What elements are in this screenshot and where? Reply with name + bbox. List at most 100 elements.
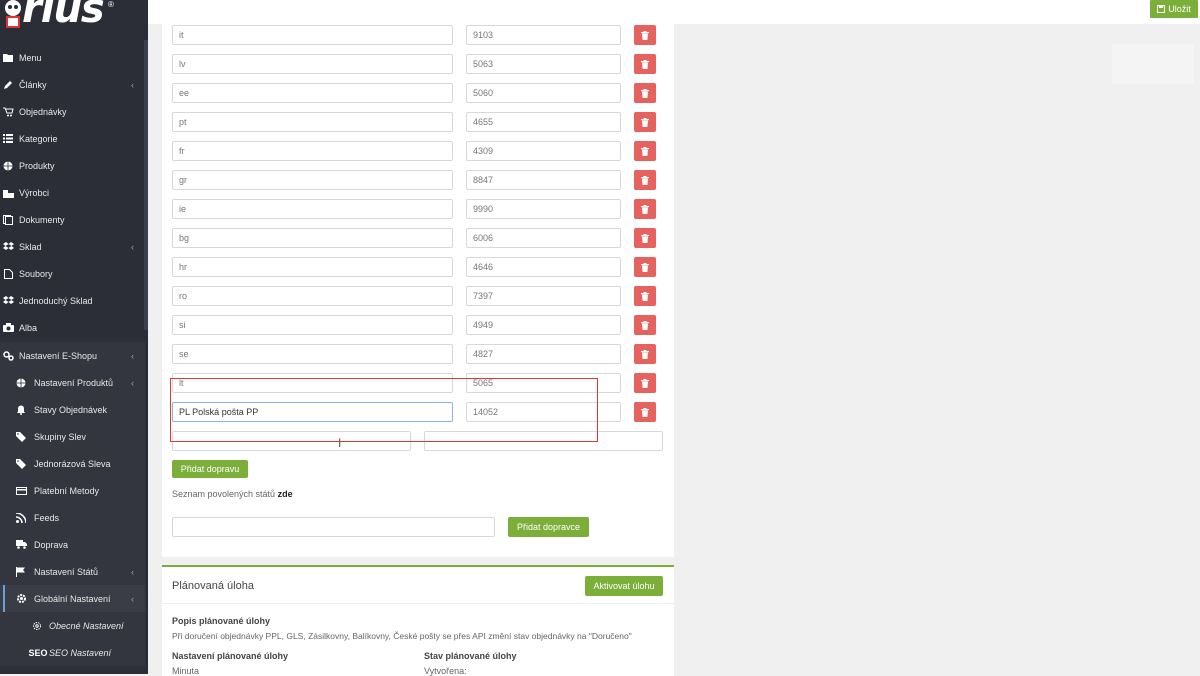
carrier-id-input[interactable]: 6006 xyxy=(466,228,621,248)
sidebar-item-dokumenty[interactable]: Dokumenty xyxy=(0,206,145,233)
delete-row-button[interactable] xyxy=(634,286,656,306)
task-settings-title: Nastavení plánované úlohy xyxy=(172,651,289,661)
logo[interactable]: rius ® xyxy=(0,0,148,40)
carrier-country-input[interactable]: hr xyxy=(172,257,453,277)
carrier-country-input[interactable]: it xyxy=(172,25,453,45)
sidebar-item-nastaveni-statu[interactable]: Nastavení Států ‹ xyxy=(0,558,145,585)
carrier-id-input[interactable]: 9990 xyxy=(466,199,621,219)
sidebar-item-vyrobci[interactable]: Výrobci xyxy=(0,179,145,206)
sidebar-item-platebni-metody[interactable]: Platební Metody xyxy=(0,477,145,504)
delete-row-button[interactable] xyxy=(634,199,656,219)
logo-registered: ® xyxy=(108,0,114,9)
sidebar-item-kategorie[interactable]: Kategorie xyxy=(0,125,145,152)
carrier-id-input[interactable]: 8847 xyxy=(466,170,621,190)
carrier-country-input[interactable]: lv xyxy=(172,54,453,74)
sidebar-item-clanky[interactable]: Články ‹ xyxy=(0,71,145,98)
sidebar-item-label: Skupiny Slev xyxy=(34,431,87,442)
globe-icon xyxy=(15,377,27,389)
sidebar-item-globalni-nastaveni[interactable]: Globální Nastavení ‹ xyxy=(0,585,145,612)
trash-icon xyxy=(641,378,649,388)
sidebar-item-label: Nastavení Států xyxy=(34,566,99,577)
sidebar-item-obecne-nastaveni[interactable]: Obecné Nastavení xyxy=(0,612,145,639)
delete-row-button[interactable] xyxy=(634,54,656,74)
trash-icon xyxy=(641,175,649,185)
carrier-id-input[interactable]: 4309 xyxy=(466,141,621,161)
ghost-panel xyxy=(1112,44,1194,84)
carrier-country-input[interactable]: bg xyxy=(172,228,453,248)
sidebar-item-label: Kategorie xyxy=(19,133,58,144)
carrier-id-input[interactable]: 4655 xyxy=(466,112,621,132)
allowed-states-link[interactable]: zde xyxy=(278,489,293,499)
carrier-country-input[interactable]: ee xyxy=(172,83,453,103)
cart-icon xyxy=(2,106,14,118)
sidebar-item-sklad[interactable]: Sklad ‹ xyxy=(0,233,145,260)
sidebar-item-soubory[interactable]: Soubory xyxy=(0,260,145,287)
sidebar-item-jednorazova-sleva[interactable]: Jednorázová Sleva xyxy=(0,450,145,477)
delete-row-button[interactable] xyxy=(634,141,656,161)
carrier-country-input[interactable]: ie xyxy=(172,199,453,219)
save-button[interactable]: Uložit xyxy=(1150,0,1198,18)
sidebar-item-stavy-objednavek[interactable]: Stavy Objednávek xyxy=(0,396,145,423)
sidebar-item-label: Nastavení Produktů xyxy=(34,377,114,388)
add-shipping-label: Přidat dopravu xyxy=(180,464,240,474)
sidebar-item-nastaveni-produktu[interactable]: Nastavení Produktů ‹ xyxy=(0,369,145,396)
carrier-id-input[interactable]: 9103 xyxy=(466,25,621,45)
delete-row-button[interactable] xyxy=(634,373,656,393)
carrier-id-input[interactable]: 7397 xyxy=(466,286,621,306)
carrier-name-input[interactable] xyxy=(172,517,495,537)
list-icon xyxy=(2,133,14,145)
carrier-country-input[interactable]: fr xyxy=(172,141,453,161)
chevron-left-icon: ‹ xyxy=(131,566,134,577)
delete-row-button[interactable] xyxy=(634,402,656,422)
carrier-country-input[interactable]: ro xyxy=(172,286,453,306)
delete-row-button[interactable] xyxy=(634,344,656,364)
activate-task-button[interactable]: Aktivovat úlohu xyxy=(585,576,663,596)
trash-icon xyxy=(641,59,649,69)
task-state-title: Stav plánované úlohy xyxy=(424,651,517,661)
sidebar-item-label: Výrobci xyxy=(19,187,50,198)
sidebar-item-produkty[interactable]: Produkty xyxy=(0,152,145,179)
carrier-country-input[interactable]: pt xyxy=(172,112,453,132)
tag-icon xyxy=(15,431,27,443)
sidebar-item-label: Sklad xyxy=(19,241,42,252)
delete-row-button[interactable] xyxy=(634,112,656,132)
sidebar: rius ® Menu Články ‹ Objednávky Kategori… xyxy=(0,0,148,674)
sidebar-item-label: Nastavení E-Shopu xyxy=(19,350,98,361)
pencil-icon xyxy=(2,79,14,91)
delete-row-button[interactable] xyxy=(634,170,656,190)
sidebar-item-jednoduchy-sklad[interactable]: Jednoduchý Sklad xyxy=(0,287,145,314)
truck-icon xyxy=(15,539,27,551)
carrier-id-input[interactable]: 4827 xyxy=(466,344,621,364)
delete-row-button[interactable] xyxy=(634,257,656,277)
sidebar-item-feeds[interactable]: Feeds xyxy=(0,504,145,531)
document-icon xyxy=(2,214,14,226)
carrier-id-input[interactable]: 4646 xyxy=(466,257,621,277)
carrier-id-input[interactable]: 5060 xyxy=(466,83,621,103)
add-carrier-button[interactable]: Přidat dopravce xyxy=(508,517,589,537)
carrier-country-input[interactable]: se xyxy=(172,344,453,364)
carrier-country-input[interactable]: si xyxy=(172,315,453,335)
chevron-down-icon: ‹ xyxy=(131,593,134,604)
sidebar-item-seo-nastaveni[interactable]: SEO SEO Nastavení xyxy=(0,639,145,666)
delete-row-button[interactable] xyxy=(634,315,656,335)
sidebar-item-doprava[interactable]: Doprava xyxy=(0,531,145,558)
delete-row-button[interactable] xyxy=(634,25,656,45)
trash-icon xyxy=(641,117,649,127)
sidebar-item-alba[interactable]: Alba xyxy=(0,314,145,341)
sidebar-item-objednavky[interactable]: Objednávky xyxy=(0,98,145,125)
delete-row-button[interactable] xyxy=(634,83,656,103)
sidebar-item-menu[interactable]: Menu xyxy=(0,44,145,71)
sidebar-item-skupiny-slev[interactable]: Skupiny Slev xyxy=(0,423,145,450)
gear-small-icon xyxy=(31,620,43,632)
carrier-id-input[interactable]: 4949 xyxy=(466,315,621,335)
delete-row-button[interactable] xyxy=(634,228,656,248)
carrier-country-input[interactable]: gr xyxy=(172,170,453,190)
sidebar-item-nastaveni-eshopu[interactable]: Nastavení E-Shopu ‹ xyxy=(0,342,145,369)
flag-icon xyxy=(15,566,27,578)
carrier-id-input[interactable]: 5063 xyxy=(466,54,621,74)
trash-icon xyxy=(641,349,649,359)
add-shipping-button[interactable]: Přidat dopravu xyxy=(172,460,248,478)
building-icon xyxy=(2,187,14,199)
sidebar-item-label: Globální Nastavení xyxy=(34,593,111,604)
trash-icon xyxy=(641,146,649,156)
